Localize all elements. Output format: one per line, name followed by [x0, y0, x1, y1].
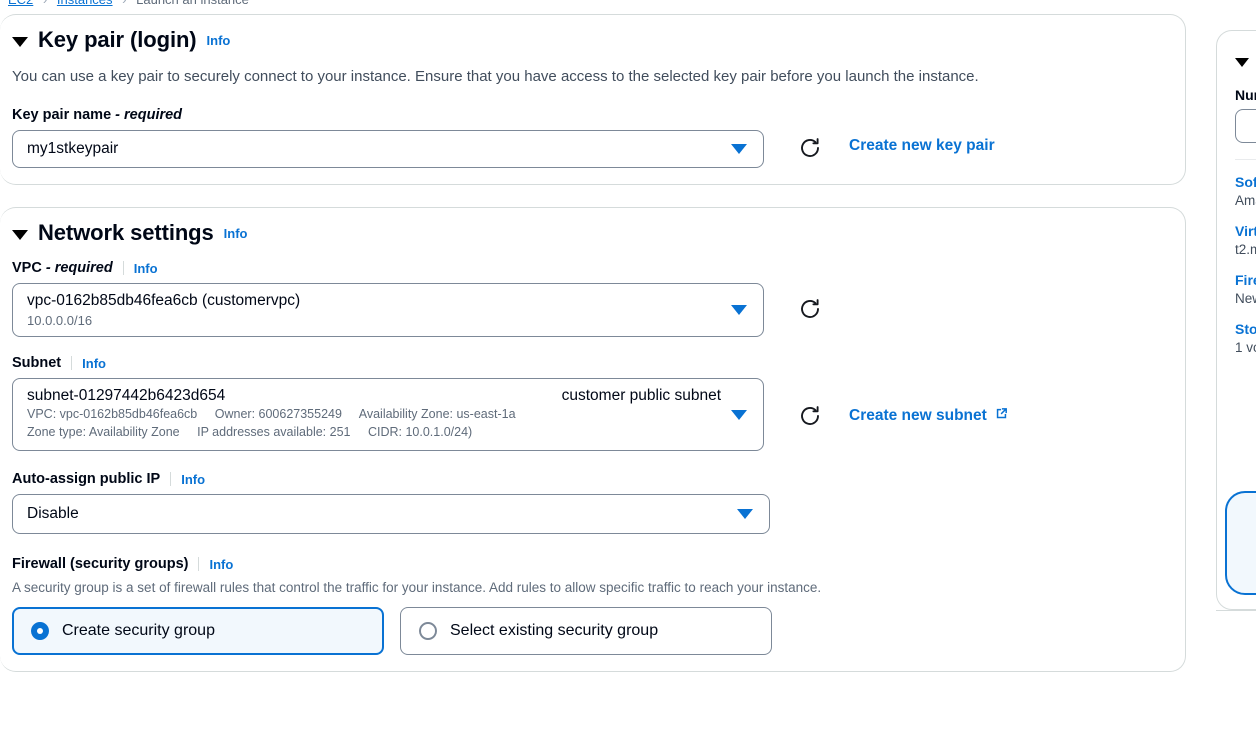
auto-assign-ip-select[interactable]: Disable: [12, 494, 770, 534]
external-link-icon: [994, 406, 1009, 426]
firewall-info-link[interactable]: Info: [209, 557, 233, 572]
number-of-instances-input[interactable]: [1235, 109, 1256, 143]
radio-icon[interactable]: [31, 622, 49, 640]
breadcrumb-separator: ›: [122, 0, 126, 7]
collapse-caret-icon[interactable]: [12, 36, 28, 47]
chevron-down-icon[interactable]: [731, 409, 747, 420]
subnet-label: Subnet Info: [12, 355, 1165, 371]
firewall-option-select-existing-security-group[interactable]: Select existing security group: [400, 607, 772, 655]
create-new-key-pair-label: Create new key pair: [849, 137, 995, 154]
vpc-required-suffix: - required: [45, 260, 113, 276]
auto-assign-ip-label-text: Auto-assign public IP: [12, 471, 161, 487]
label-divider: [122, 261, 124, 275]
divider: [1235, 159, 1256, 160]
refresh-icon[interactable]: [798, 404, 822, 428]
subnet-name: customer public subnet: [561, 387, 721, 404]
summary-panel-header[interactable]: Summary Info: [1235, 51, 1256, 73]
firewall-label-text: Firewall (security groups): [12, 556, 189, 572]
network-settings-card: Network settings Info VPC - required Inf…: [0, 207, 1186, 672]
summary-entry-key[interactable]: Software Image (AMI): [1235, 174, 1256, 190]
subnet-meta-ip-available: IP addresses available: 251: [197, 425, 351, 439]
network-settings-info-link[interactable]: Info: [224, 226, 248, 241]
summary-entry-value: t2.micro: [1235, 242, 1256, 257]
firewall-option-create-label: Create security group: [62, 622, 215, 639]
auto-assign-ip-value: Disable: [27, 505, 79, 522]
key-pair-card: Key pair (login) Info You can use a key …: [0, 14, 1186, 185]
breadcrumb: EC2 › Instances › Launch an instance: [0, 0, 1256, 14]
subnet-meta-owner: Owner: 600627355249: [214, 407, 342, 421]
label-divider: [71, 356, 73, 370]
refresh-icon[interactable]: [798, 136, 822, 160]
subnet-meta-cidr: CIDR: 10.0.1.0/24): [367, 425, 473, 439]
create-new-key-pair-link[interactable]: Create new key pair: [849, 137, 995, 155]
chevron-down-icon[interactable]: [731, 144, 747, 154]
create-new-subnet-link[interactable]: Create new subnet: [849, 405, 1009, 426]
network-settings-title: Network settings: [38, 220, 214, 245]
label-divider: [198, 557, 200, 571]
key-pair-name-select[interactable]: my1stkeypair: [12, 130, 764, 168]
firewall-label: Firewall (security groups) Info: [12, 556, 1165, 572]
auto-assign-ip-label: Auto-assign public IP Info: [12, 471, 1165, 487]
chevron-down-icon[interactable]: [731, 305, 747, 315]
subnet-meta-zone-type: Zone type: Availability Zone: [27, 425, 180, 439]
breadcrumb-item-instances[interactable]: Instances: [57, 0, 113, 7]
vpc-value: vpc-0162b85db46fea6cb (customervpc): [27, 292, 301, 309]
subnet-meta-line-2: Zone type: Availability Zone IP addresse…: [27, 423, 723, 441]
breadcrumb-separator: ›: [43, 0, 47, 7]
subnet-meta-line-1: VPC: vpc-0162b85db46fea6cb Owner: 600627…: [27, 405, 723, 423]
key-pair-title: Key pair (login): [38, 27, 197, 52]
summary-entry-key[interactable]: Firewall (security group): [1235, 272, 1256, 288]
number-of-instances-label: Number of instances: [1235, 87, 1256, 103]
summary-entry-key[interactable]: Virtual server type (instance type): [1235, 223, 1256, 239]
key-pair-name-label-text: Key pair name: [12, 107, 112, 123]
key-pair-required-suffix: - required: [115, 107, 183, 123]
subnet-label-text: Subnet: [12, 355, 62, 371]
auto-assign-ip-info-link[interactable]: Info: [181, 472, 205, 487]
firewall-option-create-security-group[interactable]: Create security group: [12, 607, 384, 655]
key-pair-name-row: my1stkeypair Create new key pair: [12, 130, 1165, 168]
collapse-caret-icon[interactable]: [12, 229, 28, 240]
collapse-caret-icon[interactable]: [1235, 57, 1249, 67]
network-settings-section-header[interactable]: Network settings Info: [12, 220, 1165, 246]
key-pair-section-header[interactable]: Key pair (login) Info: [12, 27, 1165, 53]
label-divider: [170, 472, 172, 486]
firewall-description: A security group is a set of firewall ru…: [12, 580, 822, 595]
key-pair-description: You can use a key pair to securely conne…: [12, 68, 979, 85]
create-new-subnet-label: Create new subnet: [849, 406, 987, 424]
subnet-id: subnet-01297442b6423d654: [27, 387, 226, 404]
breadcrumb-item-current: Launch an instance: [136, 0, 249, 7]
vpc-cidr: 10.0.0.0/16: [27, 313, 93, 328]
subnet-select[interactable]: subnet-01297442b6423d654 customer public…: [12, 378, 764, 451]
breadcrumb-item-ec2[interactable]: EC2: [8, 0, 33, 7]
subnet-meta-az: Availability Zone: us-east-1a: [358, 407, 516, 421]
summary-entry-value: New security group: [1235, 291, 1256, 306]
summary-entry-value: 1 volume(s) - 8 GiB: [1235, 340, 1256, 355]
key-pair-info-link[interactable]: Info: [207, 33, 231, 48]
vpc-row: vpc-0162b85db46fea6cb (customervpc) 10.0…: [12, 283, 1165, 337]
radio-icon[interactable]: [419, 622, 437, 640]
panel-bottom-divider: [1216, 610, 1256, 611]
vpc-select[interactable]: vpc-0162b85db46fea6cb (customervpc) 10.0…: [12, 283, 764, 337]
vpc-info-link[interactable]: Info: [134, 261, 158, 276]
refresh-icon[interactable]: [798, 297, 822, 321]
vpc-label: VPC - required Info: [12, 260, 1165, 276]
firewall-option-select-existing-label: Select existing security group: [450, 622, 659, 639]
launch-instance-button[interactable]: [1225, 491, 1256, 595]
firewall-option-group: Create security group Select existing se…: [12, 607, 1165, 655]
subnet-info-link[interactable]: Info: [82, 356, 106, 371]
subnet-row: subnet-01297442b6423d654 customer public…: [12, 378, 1165, 451]
summary-entry-key[interactable]: Storage (volumes): [1235, 321, 1256, 337]
main-content-column: Key pair (login) Info You can use a key …: [0, 14, 1186, 694]
summary-panel: Summary Info Number of instances Softwar…: [1216, 30, 1256, 610]
launch-instance-page: EC2 › Instances › Launch an instance Key…: [0, 0, 1256, 729]
vpc-label-text: VPC: [12, 260, 42, 276]
summary-entry-value: Amazon Linux 2023 AMI 2023...read more: [1235, 193, 1256, 208]
key-pair-name-label: Key pair name - required: [12, 107, 1165, 123]
subnet-meta-vpc: VPC: vpc-0162b85db46fea6cb: [27, 407, 198, 421]
chevron-down-icon[interactable]: [737, 509, 753, 519]
key-pair-name-value: my1stkeypair: [27, 140, 119, 157]
